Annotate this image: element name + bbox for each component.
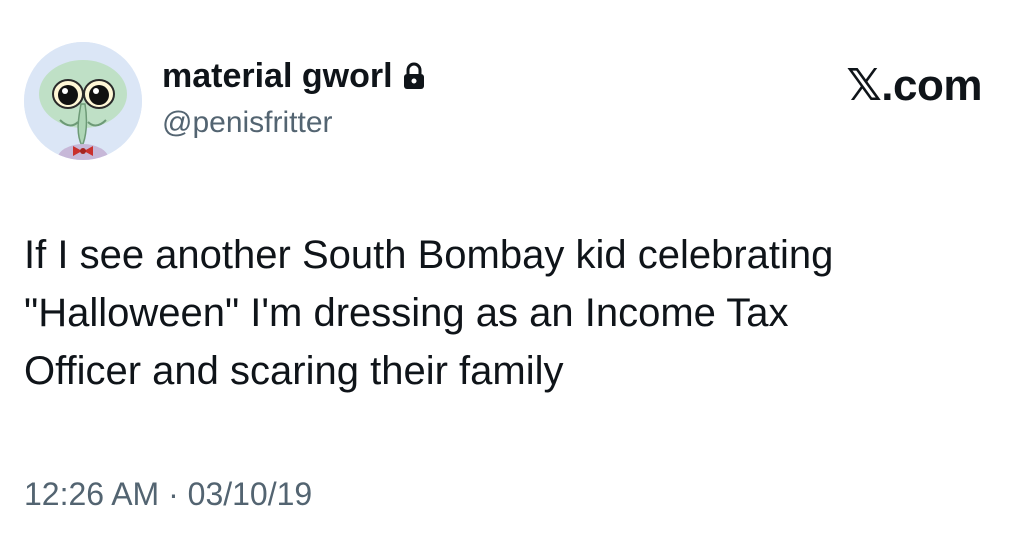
tweet-line: "Halloween" I'm dressing as an Income Ta… <box>24 291 789 335</box>
tweet-date[interactable]: 03/10/19 <box>188 476 313 512</box>
tweet-line: Officer and scaring their family <box>24 349 564 393</box>
avatar[interactable] <box>24 42 142 160</box>
tweet-line: If I see another South Bombay kid celebr… <box>24 233 834 277</box>
user-handle[interactable]: @penisfritter <box>162 103 333 143</box>
squidward-avatar-icon <box>24 42 142 160</box>
timestamp[interactable]: 12:26 AM · 03/10/19 <box>24 472 312 516</box>
separator-dot: · <box>168 476 179 512</box>
display-name[interactable]: material gworl <box>162 54 393 98</box>
lock-icon <box>403 62 424 89</box>
tweet-time[interactable]: 12:26 AM <box>24 476 159 512</box>
tweet-text: If I see another South Bombay kid celebr… <box>24 226 984 400</box>
brand-logo: 𝕏.com <box>846 61 982 110</box>
author-name-row[interactable]: material gworl <box>162 54 425 98</box>
